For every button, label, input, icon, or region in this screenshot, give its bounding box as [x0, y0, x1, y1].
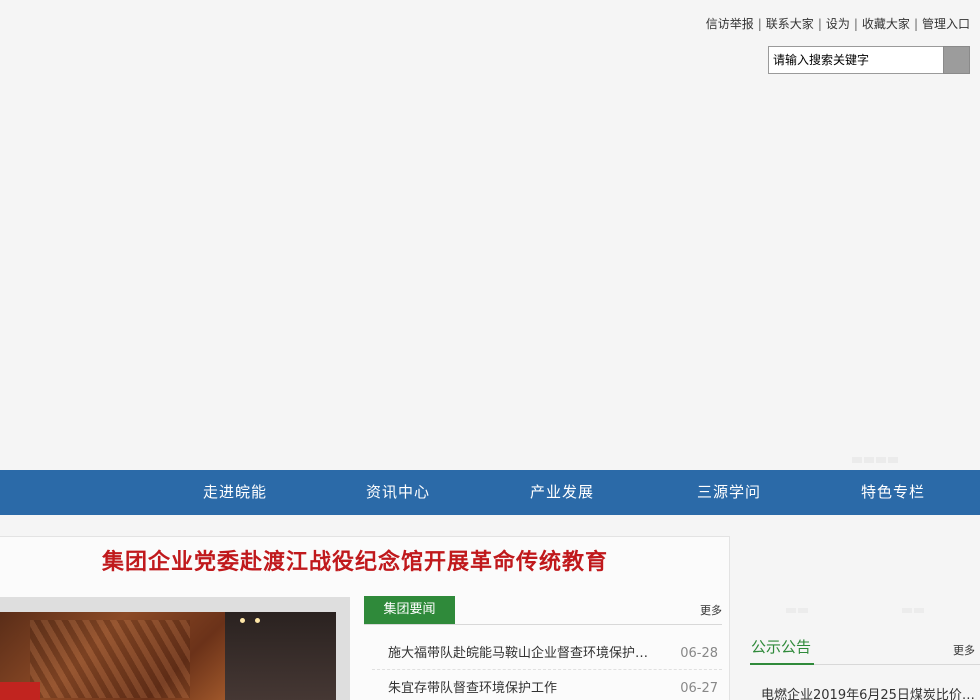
- notice-list-item[interactable]: 电燃企业2019年6月25日煤炭比价采购公示: [761, 684, 975, 700]
- toplink-set-home[interactable]: 设为: [826, 17, 850, 31]
- nav-item-about[interactable]: 走进皖能: [203, 470, 267, 515]
- tab-group-news[interactable]: 集团要闻: [364, 596, 455, 624]
- search-input[interactable]: [768, 46, 943, 74]
- nav-item-industry[interactable]: 产业发展: [530, 470, 594, 515]
- nav-item-special[interactable]: 特色专栏: [861, 470, 925, 515]
- headline-title[interactable]: 集团企业党委赴渡江战役纪念馆开展革命传统教育: [0, 544, 710, 576]
- news-item-date: 06-27: [680, 681, 718, 696]
- photo-wall: [225, 612, 336, 700]
- toplink-contact[interactable]: 联系大家: [766, 17, 814, 31]
- top-links: 信访举报 | 联系大家 | 设为 | 收藏大家 | 管理入口: [706, 15, 970, 32]
- carousel-dots: [902, 598, 942, 613]
- photo-lamp: [255, 618, 260, 623]
- main-nav: 走进皖能 资讯中心 产业发展 三源学问 特色专栏: [0, 470, 980, 515]
- separator: |: [913, 17, 918, 31]
- news-item-date: 06-28: [680, 646, 718, 661]
- news-item-title[interactable]: 施大福带队赴皖能马鞍山企业督查环境保护工作: [388, 638, 658, 670]
- carousel-dots: [786, 598, 826, 613]
- banner-dot-3[interactable]: [876, 457, 886, 463]
- carousel-dot[interactable]: [786, 608, 796, 613]
- search-bar: [768, 46, 970, 74]
- nav-item-learning[interactable]: 三源学问: [697, 470, 761, 515]
- photo-flag: [0, 682, 40, 700]
- carousel-dot[interactable]: [902, 608, 912, 613]
- banner-indicator: [852, 448, 908, 463]
- banner-dot-4[interactable]: [888, 457, 898, 463]
- notice-more-link[interactable]: 更多: [953, 642, 975, 658]
- separator: |: [817, 17, 822, 31]
- news-list-item[interactable]: 朱宜存带队督查环境保护工作 06-27: [372, 673, 722, 700]
- banner-dot-2[interactable]: [864, 457, 874, 463]
- news-more-link[interactable]: 更多: [700, 602, 722, 618]
- banner-dot-1[interactable]: [852, 457, 862, 463]
- separator: |: [757, 17, 762, 31]
- news-item-title[interactable]: 朱宜存带队督查环境保护工作: [388, 673, 658, 700]
- carousel-dot[interactable]: [798, 608, 808, 613]
- photo-lamp: [240, 618, 245, 623]
- toplink-bookmark[interactable]: 收藏大家: [862, 17, 910, 31]
- nav-item-news[interactable]: 资讯中心: [366, 470, 430, 515]
- tab-active-indicator: [750, 663, 814, 665]
- toplink-admin[interactable]: 管理入口: [922, 17, 970, 31]
- news-list-item[interactable]: 施大福带队赴皖能马鞍山企业督查环境保护工作 06-28: [372, 638, 722, 670]
- photo-relief: [30, 620, 190, 698]
- tab-notice[interactable]: 公示公告: [751, 636, 811, 657]
- divider: [364, 624, 722, 625]
- news-photo[interactable]: [0, 612, 336, 700]
- search-button[interactable]: [943, 46, 970, 74]
- toplink-report[interactable]: 信访举报: [706, 17, 754, 31]
- carousel-dot[interactable]: [914, 608, 924, 613]
- separator: |: [853, 17, 858, 31]
